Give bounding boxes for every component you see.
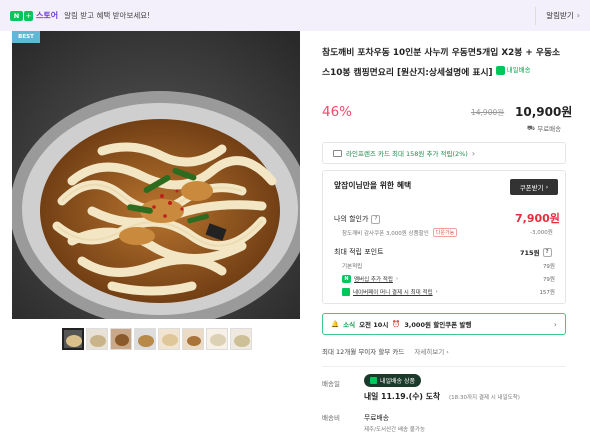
truck-icon: ⛟ [527, 123, 536, 132]
alarm-button[interactable]: 알림받기 › [535, 6, 580, 25]
shipping-info: ⛟ 무료배송 [527, 123, 562, 134]
next-day-delivery-badge: 내일배송 [495, 62, 531, 79]
shipping-fee-value: 무료배송 [364, 414, 390, 422]
alert-prefix: 소식 [343, 321, 356, 329]
help-icon[interactable]: ? [371, 214, 381, 224]
thumbnail[interactable] [206, 328, 228, 350]
coupon-line-text: 참도깨비 감사쿠폰 3,000원 상품할인 [342, 230, 429, 237]
thumbnail[interactable] [110, 328, 132, 350]
alert-time: 오전 10시 [359, 321, 389, 329]
points-total: 715원 [520, 249, 540, 257]
point-row-label[interactable]: 멤버십 추가 적립 [354, 275, 393, 283]
chevron-right-icon: › [395, 276, 399, 282]
chevron-right-icon: › [576, 11, 580, 20]
thumbnail[interactable] [62, 328, 84, 350]
my-price-label: 나의 할인가 [334, 215, 369, 223]
udon-bowl-image [12, 31, 300, 319]
card-promo-text: 라인프렌즈 카드 최대 158원 추가 적립(2%) [346, 150, 468, 158]
chevron-right-icon: › [553, 319, 557, 329]
delivery-label: 배송일 [322, 380, 340, 388]
point-row-label[interactable]: 네이버페이 머니 결제 시 최대 적립 [353, 288, 433, 296]
my-price: 7,900원 [515, 212, 560, 225]
n-logo-icon: N [342, 275, 351, 283]
card-promo-banner[interactable]: 라인프렌즈 카드 최대 158원 추가 적립(2%) › [322, 142, 566, 164]
delivery-date: 내일 11.19.(수) 도착 [364, 392, 441, 401]
chevron-right-icon: › [435, 289, 438, 295]
chevron-right-icon: › [545, 183, 549, 191]
delivery-icon [495, 66, 505, 75]
point-row-value: 79원 [542, 264, 555, 270]
best-badge: BEST [12, 31, 40, 43]
alert-text: 3,000원 할인쿠폰 발행 [404, 321, 472, 329]
thumbnail[interactable] [230, 328, 252, 350]
divider [322, 366, 566, 367]
main-product-image[interactable] [12, 31, 300, 319]
shipping-fee-note: 제주/도서산간 배송 불가능 [364, 427, 426, 433]
credit-card-icon [333, 149, 342, 157]
thumbnail[interactable] [182, 328, 204, 350]
alarm-clock-icon: ⏰ [392, 320, 401, 328]
thumbnail[interactable] [134, 328, 156, 350]
point-row-value: 157원 [539, 290, 555, 296]
bell-icon: 🔔 [331, 320, 340, 328]
coupon-line: 참도깨비 감사쿠폰 3,000원 상품할인 다운가능 [342, 228, 458, 237]
sale-price: 10,900원 [515, 105, 573, 119]
plus-icon: + [24, 10, 33, 21]
my-price-label-row: 나의 할인가 ? [334, 214, 381, 224]
n-logo-icon: N [10, 10, 23, 21]
thumbnail[interactable] [86, 328, 108, 350]
top-banner: N + 스토어 알림 받고 혜택 받아보세요! 알림받기 › [0, 0, 590, 31]
naverpay-icon [342, 288, 350, 296]
original-price: 14,900원 [471, 108, 505, 117]
chevron-right-icon: › [471, 148, 476, 158]
thumbnail[interactable] [158, 328, 180, 350]
coupon-button[interactable]: 쿠폰받기 › [510, 179, 558, 195]
coupon-download-tag[interactable]: 다운가능 [432, 228, 458, 237]
discount-rate: 46% [322, 104, 353, 120]
benefit-heading: 앞잡이님만을 위한 혜택 [334, 181, 412, 190]
banner-message: 알림 받고 혜택 받아보세요! [64, 11, 151, 20]
points-label: 최대 적립 포인트 [334, 248, 384, 256]
coupon-button-label: 쿠폰받기 [519, 184, 544, 192]
help-icon[interactable]: ? [542, 247, 552, 257]
installment-more-label: 자세히보기 [414, 348, 445, 356]
coupon-amount: -3,000원 [530, 230, 553, 236]
delivery-badge: 내일배송 상품 [364, 374, 422, 387]
installment-more-link[interactable]: 자세히보기 › [414, 346, 449, 356]
point-row-value: 79원 [542, 277, 555, 283]
alarm-button-label: 알림받기 [546, 11, 574, 20]
installment-info: 최대 12개월 무이자 할부 카드 자세히보기 › [322, 346, 449, 356]
points-total-row: 715원 ? [520, 247, 552, 257]
delivery-note: (18:30까지 결제 시 내일도착) [449, 395, 520, 401]
shipping-fee-label: 배송비 [322, 414, 340, 422]
delivery-badge-label: 내일배송 상품 [380, 378, 416, 385]
naver-store-logo[interactable]: N + 스토어 [10, 10, 58, 21]
product-title: 참도깨비 포차우동 10인분 사누끼 우동면5개입 X2봉 + 우동소스10봉 … [322, 45, 564, 82]
store-label: 스토어 [36, 11, 59, 20]
point-row-label: 기본적립 [342, 264, 363, 270]
next-day-delivery-label: 내일배송 [506, 66, 531, 74]
point-row-basic: 기본적립 [342, 262, 362, 270]
delivery-icon [370, 377, 377, 384]
point-row-naverpay: 네이버페이 머니 결제 시 최대 적립 › [342, 288, 438, 296]
news-alert-banner[interactable]: 🔔 소식 오전 10시 ⏰ 3,000원 할인쿠폰 발행 › [322, 313, 566, 335]
installment-text: 최대 12개월 무이자 할부 카드 [322, 348, 405, 356]
point-row-membership: N 멤버십 추가 적립 › [342, 275, 398, 283]
thumbnail-strip [62, 328, 252, 350]
shipping-label: 무료배송 [537, 125, 562, 133]
